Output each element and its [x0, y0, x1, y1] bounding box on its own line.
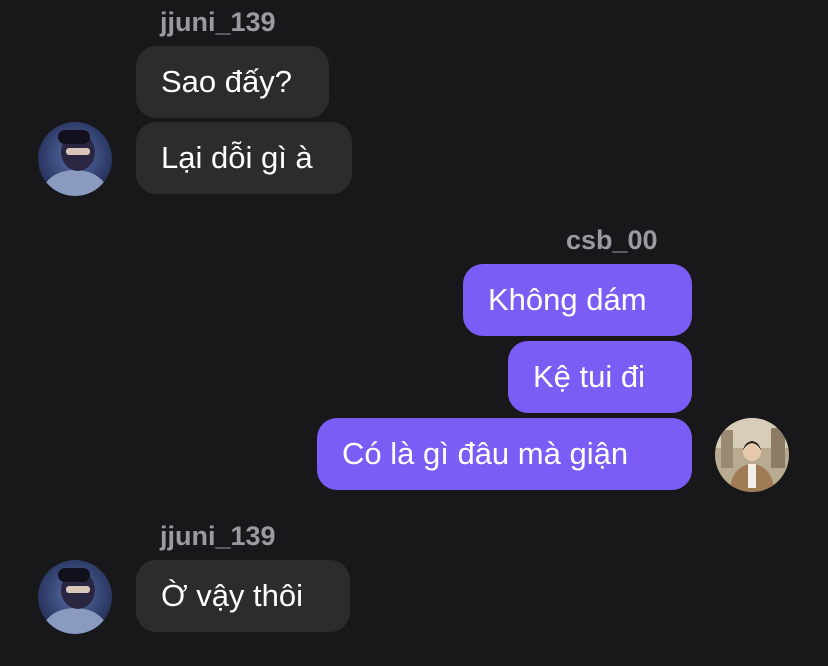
message-bubble-incoming[interactable]: Sao đấy? [136, 46, 329, 118]
profile-photo-icon [715, 418, 789, 492]
message-text: Không dám [488, 282, 647, 317]
message-bubble-incoming[interactable]: Lại dỗi gì à [136, 122, 352, 194]
message-text: Ờ vậy thôi [161, 578, 304, 613]
profile-photo-icon [38, 560, 112, 634]
sender-name-csb: csb_00 [566, 225, 658, 255]
message-bubble-outgoing[interactable]: Không dám [463, 264, 692, 336]
message-bubble-outgoing[interactable]: Kệ tui đi [508, 341, 692, 413]
avatar-csb[interactable] [715, 418, 789, 492]
message-text: Lại dỗi gì à [161, 140, 313, 175]
message-bubble-incoming[interactable]: Ờ vậy thôi [136, 560, 350, 632]
message-bubble-outgoing[interactable]: Có là gì đâu mà giận [317, 418, 692, 490]
profile-photo-icon [38, 122, 112, 196]
avatar-jjuni[interactable] [38, 122, 112, 196]
message-text: Có là gì đâu mà giận [342, 436, 629, 471]
message-text: Kệ tui đi [533, 359, 646, 394]
sender-name-jjuni: jjuni_139 [160, 7, 276, 37]
sender-name-jjuni: jjuni_139 [160, 521, 276, 551]
avatar-jjuni[interactable] [38, 560, 112, 634]
message-text: Sao đấy? [161, 64, 292, 99]
